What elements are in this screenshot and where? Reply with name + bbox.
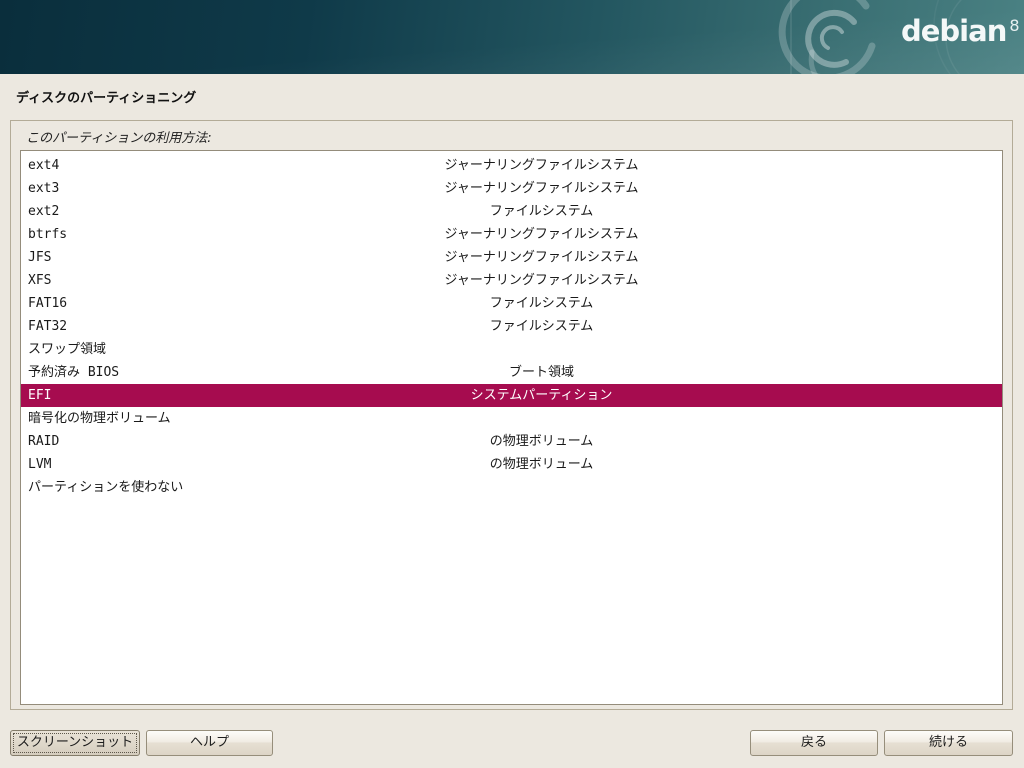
help-button[interactable]: ヘルプ xyxy=(146,730,273,756)
item-description: ファイルシステム xyxy=(81,200,1002,223)
header-banner: debian8 xyxy=(0,0,1024,74)
item-description: ジャーナリングファイルシステム xyxy=(81,246,1002,269)
item-label: FAT32 xyxy=(28,315,67,338)
list-item[interactable]: ext3 ジャーナリングファイルシステム xyxy=(21,177,1002,200)
item-label: ext3 xyxy=(28,177,59,200)
item-description: ジャーナリングファイルシステム xyxy=(81,269,1002,292)
item-description: システムパーティション xyxy=(81,384,1002,407)
list-item[interactable]: RAID の物理ボリューム xyxy=(21,430,1002,453)
list-item[interactable]: XFS ジャーナリングファイルシステム xyxy=(21,269,1002,292)
debian-logo: debian8 xyxy=(901,14,1020,48)
item-label: LVM xyxy=(28,453,51,476)
item-label: ext2 xyxy=(28,200,59,223)
list-item[interactable]: 予約済み BIOSブート領域 xyxy=(21,361,1002,384)
item-description: ファイルシステム xyxy=(81,292,1002,315)
item-description: ブート領域 xyxy=(81,361,1002,384)
list-item[interactable]: パーティションを使わない xyxy=(21,476,1002,499)
screenshot-button[interactable]: スクリーンショット xyxy=(10,730,140,756)
item-label: ext4 xyxy=(28,154,59,177)
item-description: ファイルシステム xyxy=(81,315,1002,338)
item-label: EFI xyxy=(28,384,51,407)
version-badge: 8 xyxy=(1009,16,1019,35)
list-item[interactable]: btrfs ジャーナリングファイルシステム xyxy=(21,223,1002,246)
list-item[interactable]: FAT32 ファイルシステム xyxy=(21,315,1002,338)
partition-use-frame: このパーティションの利用方法: ext4 ジャーナリングファイルシステム ext3 ジ… xyxy=(10,120,1013,710)
item-label: パーティションを使わない xyxy=(28,476,183,499)
item-label: XFS xyxy=(28,269,51,292)
debian-swirl-icon xyxy=(0,0,1024,74)
item-label: 暗号化の物理ボリューム xyxy=(28,407,171,430)
list-item[interactable]: EFI システムパーティション xyxy=(21,384,1002,407)
item-label: FAT16 xyxy=(28,292,67,315)
list-rows: ext4ジャーナリングファイルシステムext3ジャーナリングファイルシステムex… xyxy=(21,154,1002,499)
item-label: RAID xyxy=(28,430,59,453)
partition-type-list[interactable]: ext4ジャーナリングファイルシステムext3ジャーナリングファイルシステムex… xyxy=(20,150,1003,705)
item-label: btrfs xyxy=(28,223,67,246)
frame-label: このパーティションの利用方法: xyxy=(26,127,212,146)
list-item[interactable]: ext2 ファイルシステム xyxy=(21,200,1002,223)
list-item[interactable]: 暗号化の物理ボリューム xyxy=(21,407,1002,430)
item-description: ジャーナリングファイルシステム xyxy=(81,177,1002,200)
continue-button[interactable]: 続ける xyxy=(884,730,1013,756)
item-description: の物理ボリューム xyxy=(81,453,1002,476)
item-description: ジャーナリングファイルシステム xyxy=(81,223,1002,246)
list-item[interactable]: スワップ領域 xyxy=(21,338,1002,361)
list-item[interactable]: JFS ジャーナリングファイルシステム xyxy=(21,246,1002,269)
item-label: JFS xyxy=(28,246,51,269)
page-title: ディスクのパーティショニング xyxy=(16,87,196,106)
brand-text: debian xyxy=(901,14,1006,48)
back-button[interactable]: 戻る xyxy=(750,730,878,756)
list-item[interactable]: FAT16 ファイルシステム xyxy=(21,292,1002,315)
list-item[interactable]: ext4 ジャーナリングファイルシステム xyxy=(21,154,1002,177)
item-label: スワップ領域 xyxy=(28,338,106,361)
list-item[interactable]: LVM の物理ボリューム xyxy=(21,453,1002,476)
item-description: の物理ボリューム xyxy=(81,430,1002,453)
item-description: ジャーナリングファイルシステム xyxy=(81,154,1002,177)
